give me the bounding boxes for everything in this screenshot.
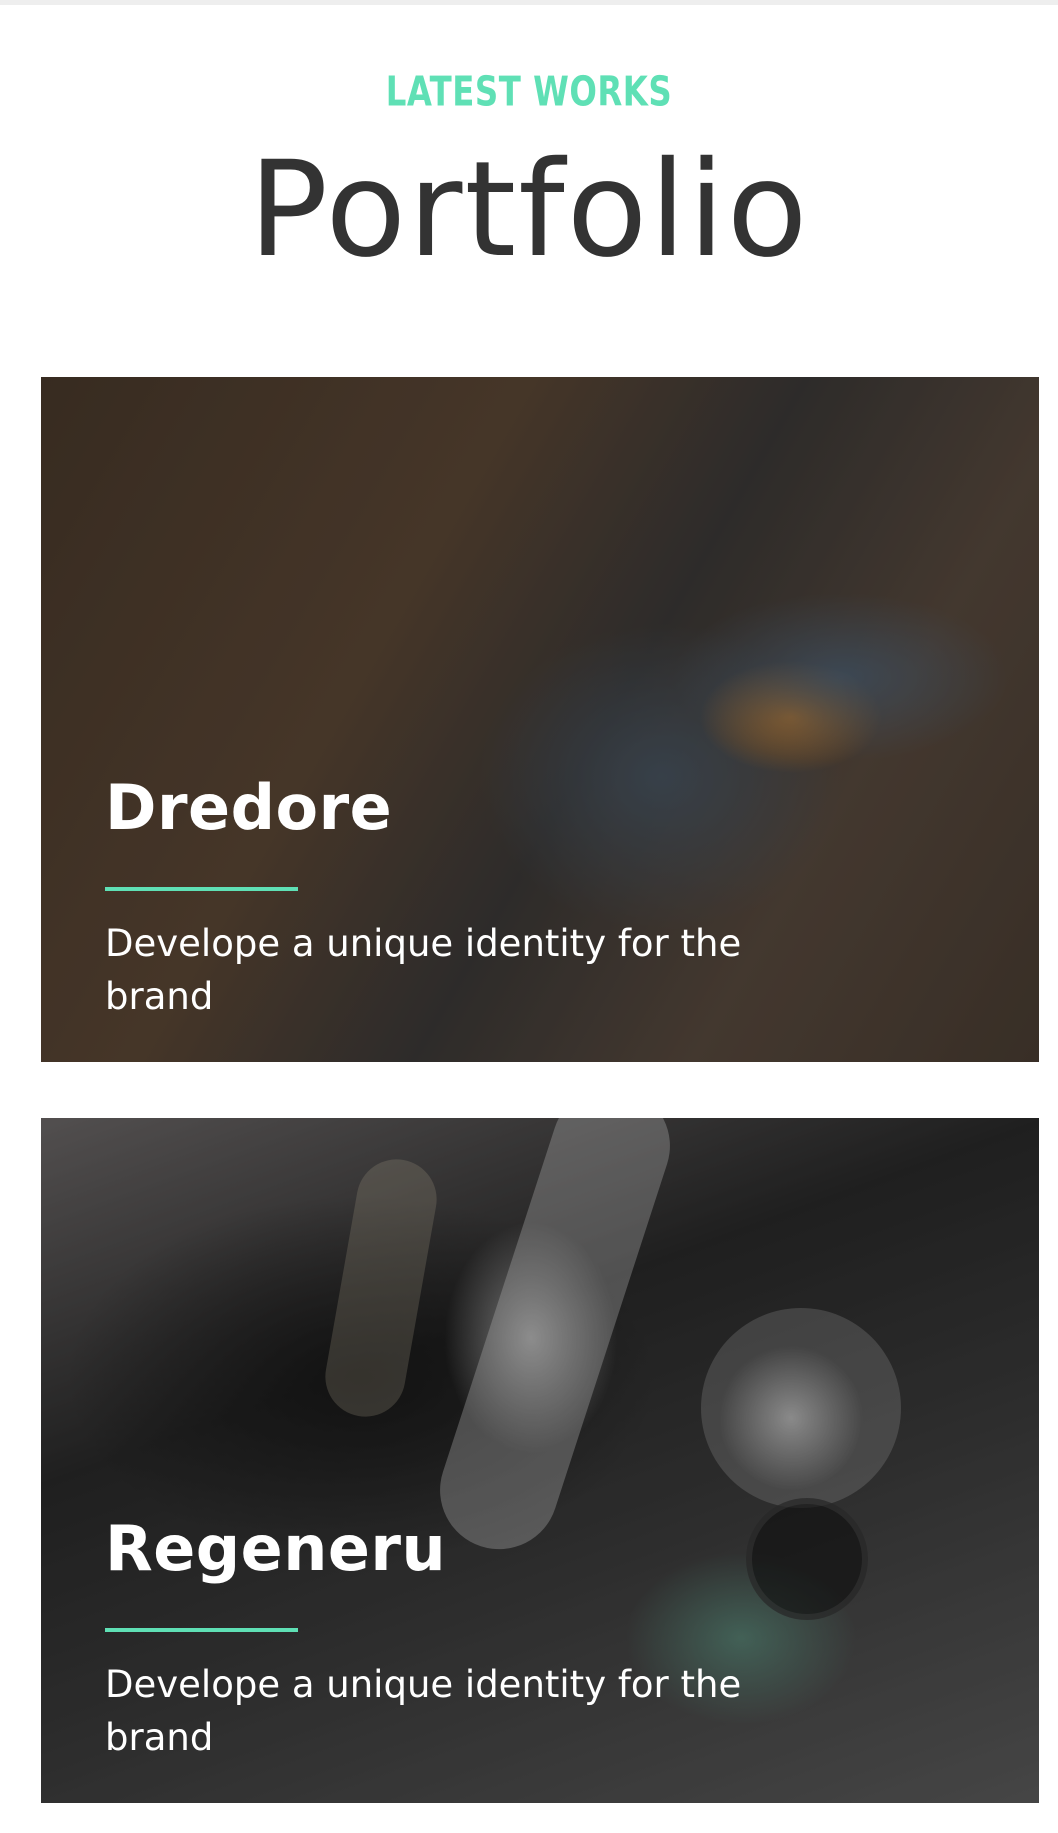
portfolio-card-dredore[interactable]: Dredore Develope a unique identity for t… bbox=[41, 377, 1039, 1062]
card-title[interactable]: Dredore bbox=[105, 772, 392, 844]
card-description: Develope a unique identity for the brand bbox=[105, 1663, 742, 1759]
card-title[interactable]: Regeneru bbox=[105, 1513, 446, 1585]
portfolio-card-regeneru[interactable]: Regeneru Develope a unique identity for … bbox=[41, 1118, 1039, 1803]
card-description: Develope a unique identity for the brand bbox=[105, 922, 742, 1018]
card-content: Dredore Develope a unique identity for t… bbox=[105, 377, 905, 1062]
section-title: Portfolio bbox=[248, 133, 810, 287]
section-eyebrow: LATEST WORKS bbox=[385, 68, 673, 117]
card-accent-rule bbox=[105, 887, 298, 891]
card-content: Regeneru Develope a unique identity for … bbox=[105, 1118, 905, 1803]
top-divider bbox=[0, 0, 1058, 5]
card-accent-rule bbox=[105, 1628, 298, 1632]
